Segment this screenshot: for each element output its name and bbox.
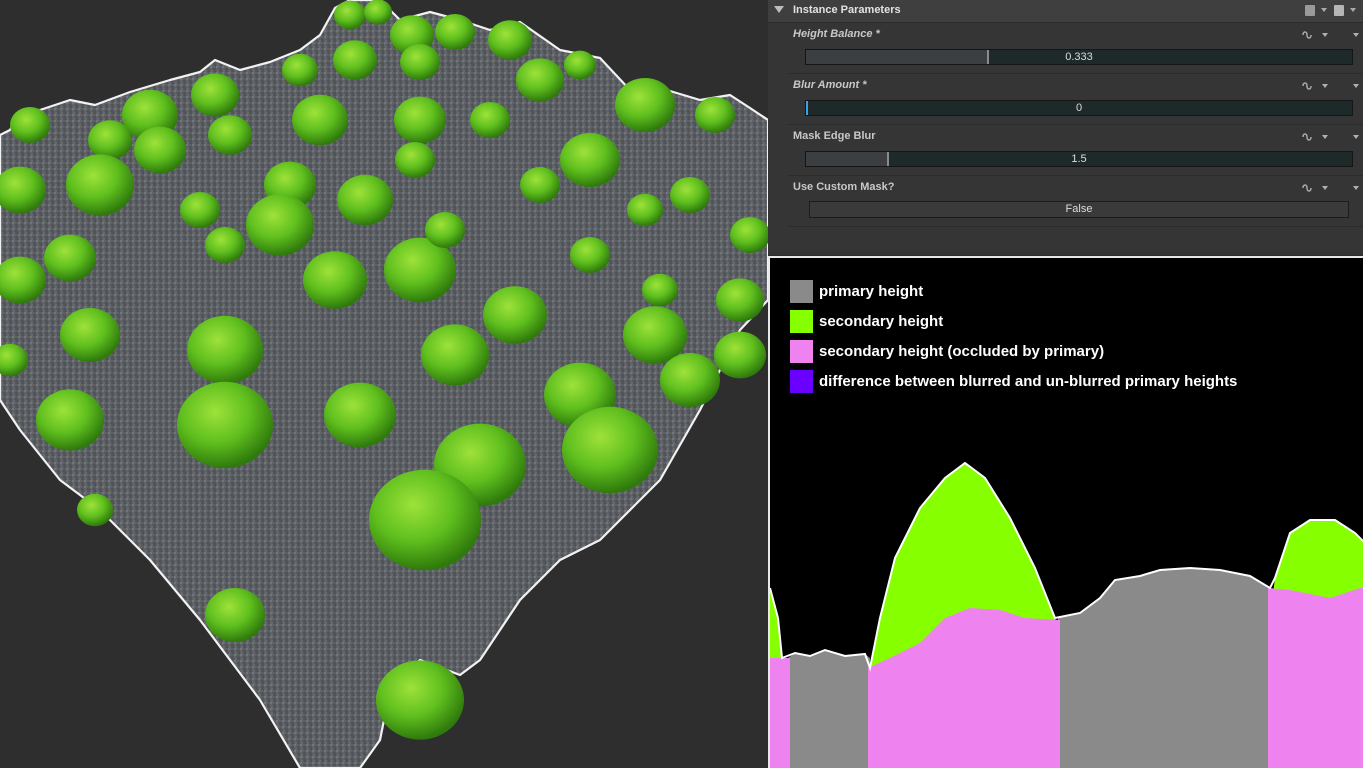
param-mask-edge-blur: Mask Edge Blur 1.5 (788, 125, 1363, 176)
moss-clump (483, 286, 547, 344)
moss-clump (670, 177, 710, 213)
moss-clump (421, 324, 489, 386)
moss-clump (695, 97, 735, 133)
moss-clump (376, 660, 464, 740)
moss-clump (334, 0, 366, 30)
moss-clump (395, 142, 435, 178)
moss-clump (324, 382, 396, 448)
moss-clump (615, 78, 675, 132)
chevron-down-icon[interactable] (1322, 186, 1328, 190)
moss-clump (623, 306, 687, 364)
chevron-down-icon[interactable] (1353, 135, 1359, 139)
use-custom-mask-toggle[interactable]: False (809, 201, 1349, 218)
moss-clump (333, 40, 377, 80)
panel-title: Instance Parameters (793, 4, 901, 16)
moss-clump (520, 167, 560, 203)
moss-clump (470, 102, 510, 138)
legend-label: secondary height (819, 313, 944, 330)
moss-clump (44, 234, 96, 282)
moss-clump (642, 273, 678, 307)
chevron-down-icon[interactable] (1322, 135, 1328, 139)
folder-icon[interactable] (1334, 5, 1344, 16)
terrain-render (0, 0, 768, 768)
moss-clump (570, 237, 610, 273)
moss-clump (337, 174, 393, 226)
moss-clump (303, 251, 367, 309)
legend-swatch (790, 280, 813, 303)
moss-clump (425, 212, 465, 248)
height-balance-slider[interactable]: 0.333 (805, 49, 1353, 65)
legend-label: primary height (819, 283, 924, 300)
chevron-down-icon[interactable] (1321, 8, 1327, 12)
moss-clump (560, 133, 620, 187)
moss-clump (714, 331, 766, 379)
moss-clump (180, 192, 220, 228)
moss-clump (516, 58, 564, 102)
height-profile-graphic (770, 461, 1363, 768)
moss-clump (627, 193, 663, 227)
collapse-arrow-icon[interactable] (774, 6, 784, 13)
moss-clump (364, 0, 392, 25)
legend-swatch (790, 370, 813, 393)
3d-viewport[interactable] (0, 0, 768, 768)
moss-clump (88, 120, 132, 160)
chevron-down-icon[interactable] (1322, 33, 1328, 37)
moss-clump (134, 126, 186, 174)
param-label: Blur Amount * (793, 79, 867, 91)
moss-clump (400, 44, 440, 80)
moss-clump (208, 115, 252, 155)
moss-clump (205, 588, 265, 642)
chevron-down-icon[interactable] (1353, 186, 1359, 190)
moss-clump (36, 389, 104, 451)
document-icon[interactable] (1305, 5, 1315, 16)
param-blur-amount: Blur Amount * 0 (788, 74, 1363, 125)
moss-clump (369, 469, 481, 571)
link-icon[interactable] (1301, 29, 1315, 41)
link-icon[interactable] (1301, 131, 1315, 143)
moss-clump (292, 94, 348, 146)
moss-clump (562, 406, 658, 494)
moss-clump (187, 315, 263, 385)
moss-clump (66, 154, 134, 216)
moss-clump (60, 308, 120, 362)
moss-clump (435, 14, 475, 50)
slider-value: 0.333 (1065, 51, 1093, 63)
moss-clump (77, 493, 113, 527)
legend-swatch (790, 340, 813, 363)
moss-clump (488, 20, 532, 60)
moss-clump (716, 278, 764, 322)
slider-value: 1.5 (1071, 153, 1087, 165)
moss-clump (205, 227, 245, 263)
moss-clump (394, 96, 446, 144)
height-diagram: primary height secondary height secondar… (768, 256, 1363, 768)
chevron-down-icon[interactable] (1353, 33, 1359, 37)
link-icon[interactable] (1301, 182, 1315, 194)
panel-header[interactable]: Instance Parameters (768, 0, 1363, 23)
mask-edge-blur-slider[interactable]: 1.5 (805, 151, 1353, 167)
param-height-balance: Height Balance * 0.333 (788, 23, 1363, 74)
link-icon[interactable] (1301, 80, 1315, 92)
legend-label: difference between blurred and un-blurre… (819, 373, 1238, 390)
param-label: Use Custom Mask? (793, 181, 895, 193)
moss-clump (177, 381, 273, 469)
moss-clump (191, 73, 239, 117)
blur-amount-slider[interactable]: 0 (805, 100, 1353, 116)
slider-value: 0 (1075, 102, 1083, 114)
moss-clump (564, 50, 596, 80)
chevron-down-icon[interactable] (1350, 8, 1356, 12)
param-use-custom-mask: Use Custom Mask? False (788, 176, 1363, 227)
legend-swatch (790, 310, 813, 333)
legend-label: secondary height (occluded by primary) (819, 343, 1105, 360)
instance-parameters-panel: Instance Parameters Height Balance * 0.3… (768, 0, 1363, 255)
chevron-down-icon[interactable] (1322, 84, 1328, 88)
param-label: Height Balance * (793, 28, 880, 40)
moss-clump (282, 53, 318, 87)
moss-clump (10, 107, 50, 143)
param-label: Mask Edge Blur (793, 130, 876, 142)
chevron-down-icon[interactable] (1353, 84, 1359, 88)
moss-clump (660, 353, 720, 407)
moss-clump (246, 194, 314, 256)
